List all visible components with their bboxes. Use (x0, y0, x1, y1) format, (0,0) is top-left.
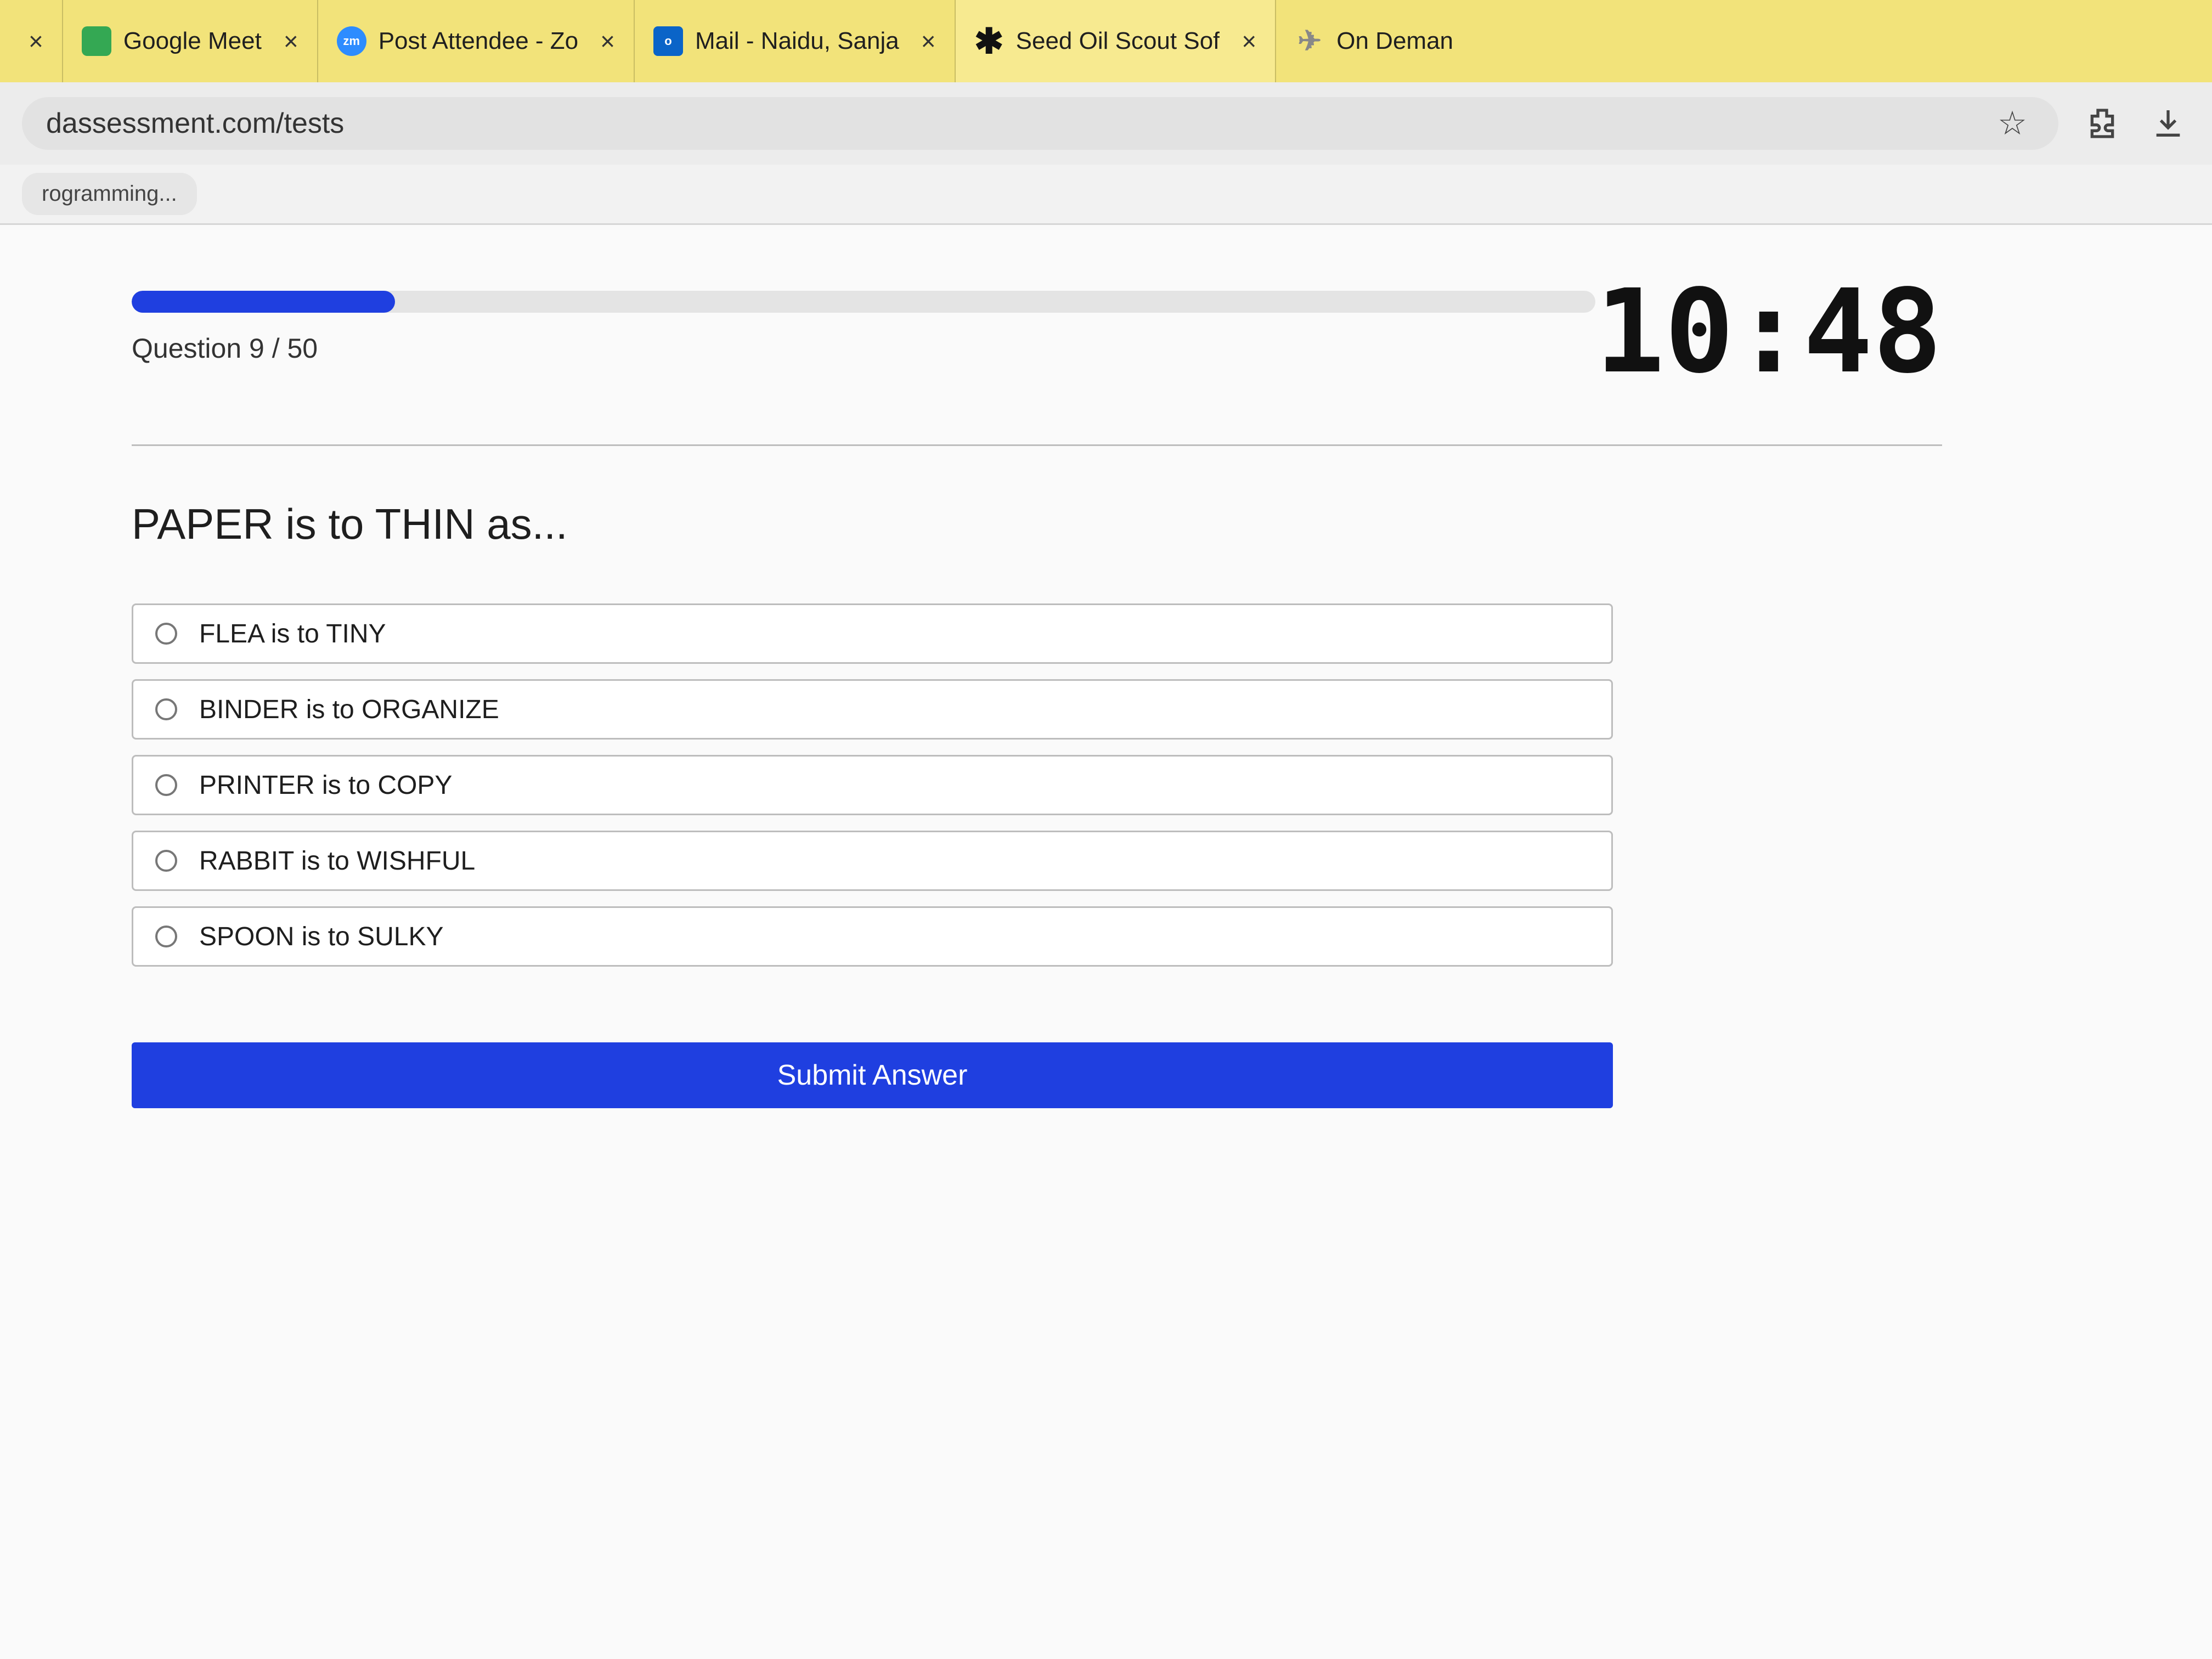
tab-post-attendee[interactable]: zm Post Attendee - Zo × (318, 0, 635, 82)
tab-title: Post Attendee - Zo (378, 27, 579, 54)
tab-seed-oil-scout[interactable]: ✱ Seed Oil Scout Sof × (955, 0, 1277, 82)
submit-answer-button[interactable]: Submit Answer (132, 1042, 1613, 1108)
answer-option-4[interactable]: RABBIT is to WISHFUL (132, 831, 1613, 891)
tab-title: Google Meet (123, 27, 262, 54)
address-bar[interactable]: dassessment.com/tests ☆ (22, 97, 2058, 150)
tab-title: On Deman (1336, 27, 1454, 54)
radio-button[interactable] (155, 926, 177, 947)
close-icon[interactable]: × (921, 26, 936, 56)
close-icon[interactable]: × (600, 26, 615, 56)
zoom-icon: zm (336, 26, 366, 56)
address-url: dassessment.com/tests (46, 108, 345, 139)
radio-button[interactable] (155, 774, 177, 796)
extensions-icon[interactable] (2080, 101, 2124, 145)
countdown-timer: 10:48 (1595, 264, 1942, 399)
divider (132, 444, 1942, 446)
progress-bar (132, 291, 1595, 313)
tab-google-meet[interactable]: Google Meet × (63, 0, 318, 82)
option-label: BINDER is to ORGANIZE (199, 695, 499, 724)
answer-option-1[interactable]: FLEA is to TINY (132, 603, 1613, 664)
asterisk-icon: ✱ (974, 21, 1004, 61)
tab-on-demand[interactable]: ✈ On Deman (1276, 0, 1472, 82)
tab-0[interactable]: × (0, 0, 63, 82)
tab-mail[interactable]: o Mail - Naidu, Sanja × (635, 0, 956, 82)
option-label: FLEA is to TINY (199, 619, 386, 648)
tab-title: Mail - Naidu, Sanja (695, 27, 899, 54)
question-text: PAPER is to THIN as... (132, 500, 568, 548)
star-icon[interactable]: ☆ (1990, 101, 2034, 145)
bookmark-item[interactable]: rogramming... (22, 173, 197, 215)
answer-option-2[interactable]: BINDER is to ORGANIZE (132, 679, 1613, 740)
answer-option-5[interactable]: SPOON is to SULKY (132, 906, 1613, 967)
answer-options: FLEA is to TINY BINDER is to ORGANIZE PR… (132, 603, 1613, 967)
tab-title: Seed Oil Scout Sof (1015, 27, 1220, 54)
radio-button[interactable] (155, 698, 177, 720)
option-label: RABBIT is to WISHFUL (199, 846, 476, 876)
test-page: Question 9 / 50 10:48 PAPER is to THIN a… (0, 225, 2212, 1659)
outlook-icon: o (653, 26, 684, 56)
progress-section: Question 9 / 50 (132, 291, 1595, 364)
option-label: SPOON is to SULKY (199, 922, 444, 951)
close-icon[interactable]: × (29, 26, 43, 56)
close-icon[interactable]: × (284, 26, 298, 56)
radio-button[interactable] (155, 623, 177, 645)
google-meet-icon (81, 26, 111, 56)
browser-toolbar: dassessment.com/tests ☆ (0, 82, 2212, 165)
close-icon[interactable]: × (1242, 26, 1256, 56)
option-label: PRINTER is to COPY (199, 770, 453, 800)
tab-strip: × Google Meet × zm Post Attendee - Zo × … (0, 0, 2212, 82)
download-icon[interactable] (2146, 101, 2190, 145)
question-counter: Question 9 / 50 (132, 333, 318, 364)
answer-option-3[interactable]: PRINTER is to COPY (132, 755, 1613, 815)
ondemand-icon: ✈ (1297, 25, 1322, 57)
bookmark-bar: rogramming... (0, 165, 2212, 225)
progress-fill (132, 291, 396, 313)
progress-row: Question 9 / 50 10:48 (132, 274, 1942, 390)
radio-button[interactable] (155, 850, 177, 872)
